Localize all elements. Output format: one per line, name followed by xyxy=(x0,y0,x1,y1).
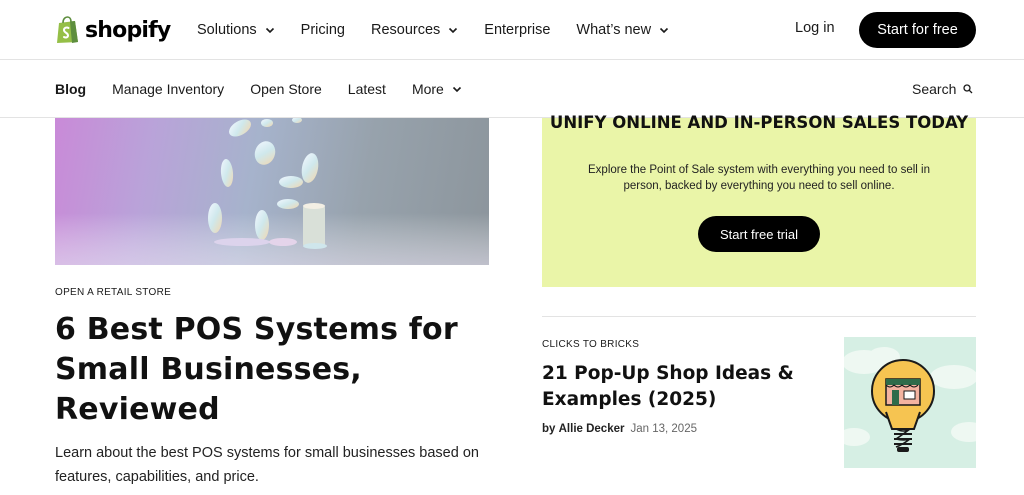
author-link[interactable]: Allie Decker xyxy=(559,423,625,435)
featured-article-description: Learn about the best POS systems for sma… xyxy=(55,445,479,485)
nav-item-enterprise[interactable]: Enterprise xyxy=(484,22,550,38)
promo-text: Explore the Point of Sale system with ev… xyxy=(588,164,930,192)
byline-author: by Allie Decker xyxy=(542,423,624,435)
logo-wordmark: shopify xyxy=(85,17,171,43)
floating-coins-illustration xyxy=(55,118,489,265)
nav-item-solutions[interactable]: Solutions xyxy=(197,22,275,38)
featured-article-title[interactable]: 6 Best POS Systems for Small Businesses,… xyxy=(55,310,495,430)
article-date: Jan 13, 2025 xyxy=(630,423,697,435)
nav-item-label: Pricing xyxy=(300,22,345,38)
subnav-items: Blog Manage Inventory Open Store Latest … xyxy=(55,60,488,118)
byline-prefix: by xyxy=(542,423,556,435)
subnav-item-manage-inventory[interactable]: Manage Inventory xyxy=(112,81,224,97)
nav-item-pricing[interactable]: Pricing xyxy=(301,22,345,38)
lightbulb-shop-illustration xyxy=(844,347,976,452)
pos-promo-banner: UNIFY ONLINE AND IN-PERSON SALES TODAY E… xyxy=(542,113,976,287)
featured-category[interactable]: OPEN A RETAIL STORE xyxy=(55,287,171,298)
top-navigation: shopify Solutions Pricing Resources Ente… xyxy=(0,0,1024,60)
subnav-item-open-store[interactable]: Open Store xyxy=(250,81,322,97)
search-label: Search xyxy=(912,81,957,97)
shopify-logo[interactable]: shopify xyxy=(55,14,171,46)
subnav-item-label: More xyxy=(411,81,444,97)
promo-title: UNIFY ONLINE AND IN-PERSON SALES TODAY xyxy=(549,113,969,132)
article-title[interactable]: 21 Pop-Up Shop Ideas & Examples (2025) xyxy=(542,361,822,413)
nav-item-label: Solutions xyxy=(197,22,257,38)
nav-item-whats-new[interactable]: What’s new xyxy=(576,22,669,38)
nav-item-label: Resources xyxy=(370,22,441,38)
featured-article-image[interactable] xyxy=(55,118,489,265)
chevron-down-icon xyxy=(660,27,669,34)
subnav-item-latest[interactable]: Latest xyxy=(348,81,386,97)
subnav-item-more[interactable]: More xyxy=(412,81,462,97)
blog-subnav: Blog Manage Inventory Open Store Latest … xyxy=(0,60,1024,118)
article-byline: by Allie Decker Jan 13, 2025 xyxy=(542,423,697,435)
nav-item-label: What’s new xyxy=(576,22,652,38)
search-button[interactable]: Search xyxy=(912,81,973,97)
subnav-item-blog[interactable]: Blog xyxy=(55,81,86,97)
nav-item-label: Enterprise xyxy=(484,22,551,38)
chevron-down-icon xyxy=(265,27,274,34)
start-for-free-button[interactable]: Start for free xyxy=(859,12,976,48)
article-thumbnail[interactable] xyxy=(844,337,976,468)
article-category[interactable]: CLICKS TO BRICKS xyxy=(542,339,639,350)
login-link[interactable]: Log in xyxy=(795,20,835,36)
chevron-down-icon xyxy=(449,27,458,34)
divider xyxy=(542,316,976,317)
start-free-trial-button[interactable]: Start free trial xyxy=(698,216,820,252)
search-icon xyxy=(963,84,973,94)
shopify-bag-icon xyxy=(57,16,78,43)
chevron-down-icon xyxy=(452,86,461,93)
nav-item-resources[interactable]: Resources xyxy=(371,22,458,38)
main-nav: Solutions Pricing Resources Enterprise W… xyxy=(197,0,695,60)
